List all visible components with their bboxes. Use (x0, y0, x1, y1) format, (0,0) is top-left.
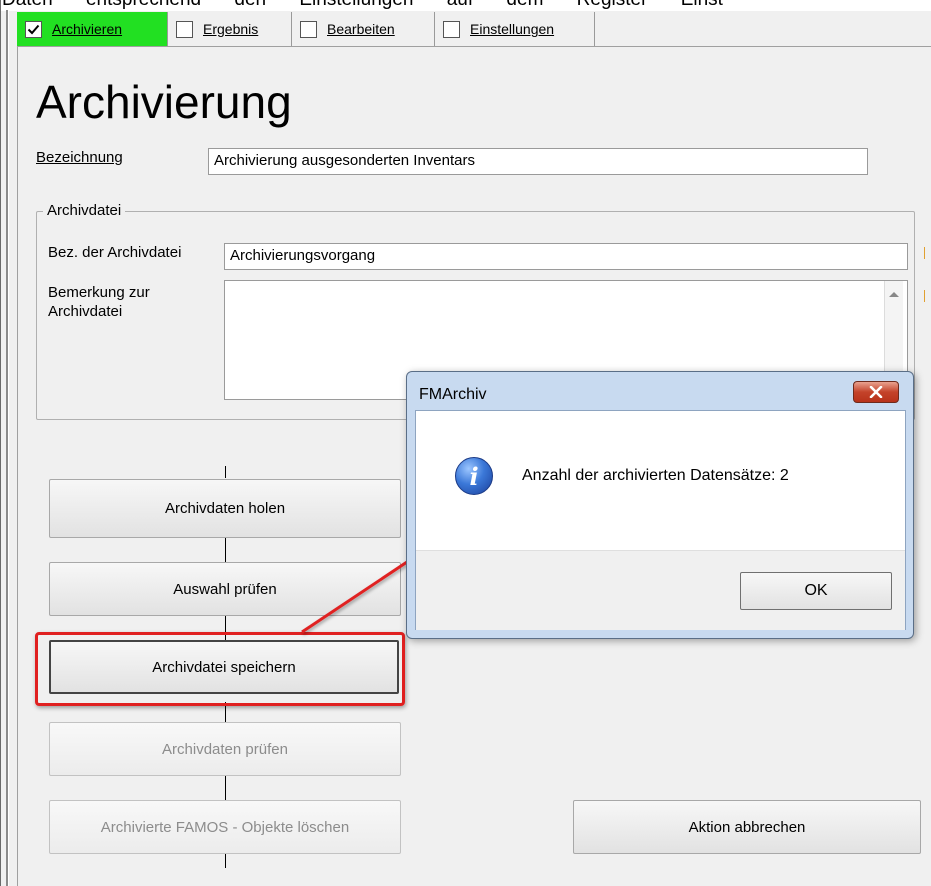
tab-label: Bearbeiten (327, 21, 395, 37)
bez-archivdatei-label: Bez. der Archivdatei (48, 244, 182, 261)
marker-line (924, 290, 925, 302)
bezeichnung-input[interactable]: Archivierung ausgesonderten Inventars (208, 148, 868, 175)
tab-label: Archivieren (52, 21, 123, 37)
flow-connector (225, 854, 226, 868)
checkbox-icon[interactable] (300, 20, 317, 38)
ok-button[interactable]: OK (740, 572, 892, 610)
famos-objekte-loeschen-button[interactable]: Archivierte FAMOS - Objekte löschen (49, 800, 401, 854)
dialog-footer: OK (416, 550, 905, 630)
tab-archivieren[interactable]: Archivieren (17, 12, 168, 46)
fmarchiv-dialog: FMArchiv i Anzahl der archivierten Daten… (406, 371, 914, 639)
marker-line (924, 247, 925, 259)
archivdaten-pruefen-button[interactable]: Archivdaten prüfen (49, 722, 401, 776)
bemerkung-label: Bemerkung zur Archivdatei (48, 283, 150, 321)
dialog-close-button[interactable] (853, 381, 899, 403)
checkbox-checked-icon[interactable] (25, 20, 42, 38)
tab-label: Ergebnis (203, 21, 259, 37)
flow-connector (225, 538, 226, 562)
archivdatei-group-title: Archivdatei (43, 202, 126, 219)
window-border (0, 0, 1, 886)
bezeichnung-label: Bezeichnung (36, 149, 123, 166)
bez-archivdatei-input[interactable]: Archivierungsvorgang (224, 243, 908, 270)
flow-connector (225, 776, 226, 800)
window-border-highlight (8, 10, 9, 886)
document-text-fragment: Daten entsprechend den Einstellungen auf… (0, 0, 931, 11)
close-icon (869, 386, 883, 398)
tab-bearbeiten[interactable]: Bearbeiten (292, 12, 435, 46)
scroll-up-icon[interactable] (889, 292, 899, 297)
flow-connector (225, 466, 226, 478)
bemerkung-label-line2: Archivdatei (48, 303, 123, 320)
checkbox-icon[interactable] (443, 20, 460, 38)
dialog-title: FMArchiv (419, 386, 487, 403)
checkbox-icon[interactable] (176, 20, 193, 38)
info-icon: i (455, 457, 493, 495)
dialog-body: i Anzahl der archivierten Datensätze: 2 … (415, 410, 906, 630)
aktion-abbrechen-button[interactable]: Aktion abbrechen (573, 800, 921, 854)
tab-ergebnis[interactable]: Ergebnis (168, 12, 292, 46)
bemerkung-label-line1: Bemerkung zur (48, 284, 150, 301)
page-title: Archivierung (36, 76, 292, 128)
tab-label: Einstellungen (470, 21, 555, 37)
tab-einstellungen[interactable]: Einstellungen (435, 12, 595, 46)
dialog-message: Anzahl der archivierten Datensätze: 2 (522, 467, 789, 484)
